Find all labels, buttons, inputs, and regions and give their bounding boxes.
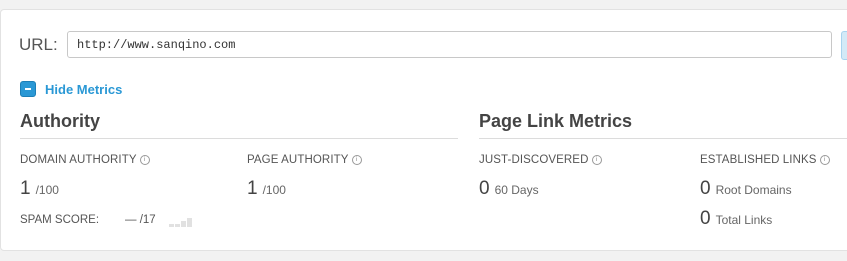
spam-score-bars-icon xyxy=(169,215,192,227)
hide-metrics-toggle[interactable]: Hide Metrics xyxy=(20,81,122,97)
just-discovered-value: 0 60 Days xyxy=(479,178,539,199)
total-links-value: 0 Total Links xyxy=(700,208,773,229)
root-domains-value: 0 Root Domains xyxy=(700,178,792,199)
just-discovered-label: JUST-DISCOVERED i xyxy=(479,154,602,166)
domain-authority-value: 1 /100 xyxy=(20,178,59,199)
established-links-label: ESTABLISHED LINKS i xyxy=(700,154,830,166)
url-input[interactable] xyxy=(67,31,832,58)
domain-authority-label: DOMAIN AUTHORITY i xyxy=(20,154,150,166)
spam-score-value: — /17 xyxy=(125,214,156,226)
url-label: URL: xyxy=(19,35,58,54)
authority-title: Authority xyxy=(20,111,100,131)
authority-divider xyxy=(20,138,458,139)
go-button[interactable] xyxy=(841,31,847,60)
info-icon[interactable]: i xyxy=(591,155,602,165)
collapse-minus-icon xyxy=(20,81,36,97)
page-authority-label: PAGE AUTHORITY i xyxy=(247,154,362,166)
info-icon[interactable]: i xyxy=(819,155,830,165)
page-link-metrics-divider xyxy=(479,138,847,139)
page-link-metrics-title: Page Link Metrics xyxy=(479,111,633,131)
page-authority-value: 1 /100 xyxy=(247,178,286,199)
spam-score-label: SPAM SCORE: xyxy=(20,214,100,226)
info-icon[interactable]: i xyxy=(351,155,362,165)
info-icon[interactable]: i xyxy=(139,155,150,165)
hide-metrics-label: Hide Metrics xyxy=(45,81,123,97)
